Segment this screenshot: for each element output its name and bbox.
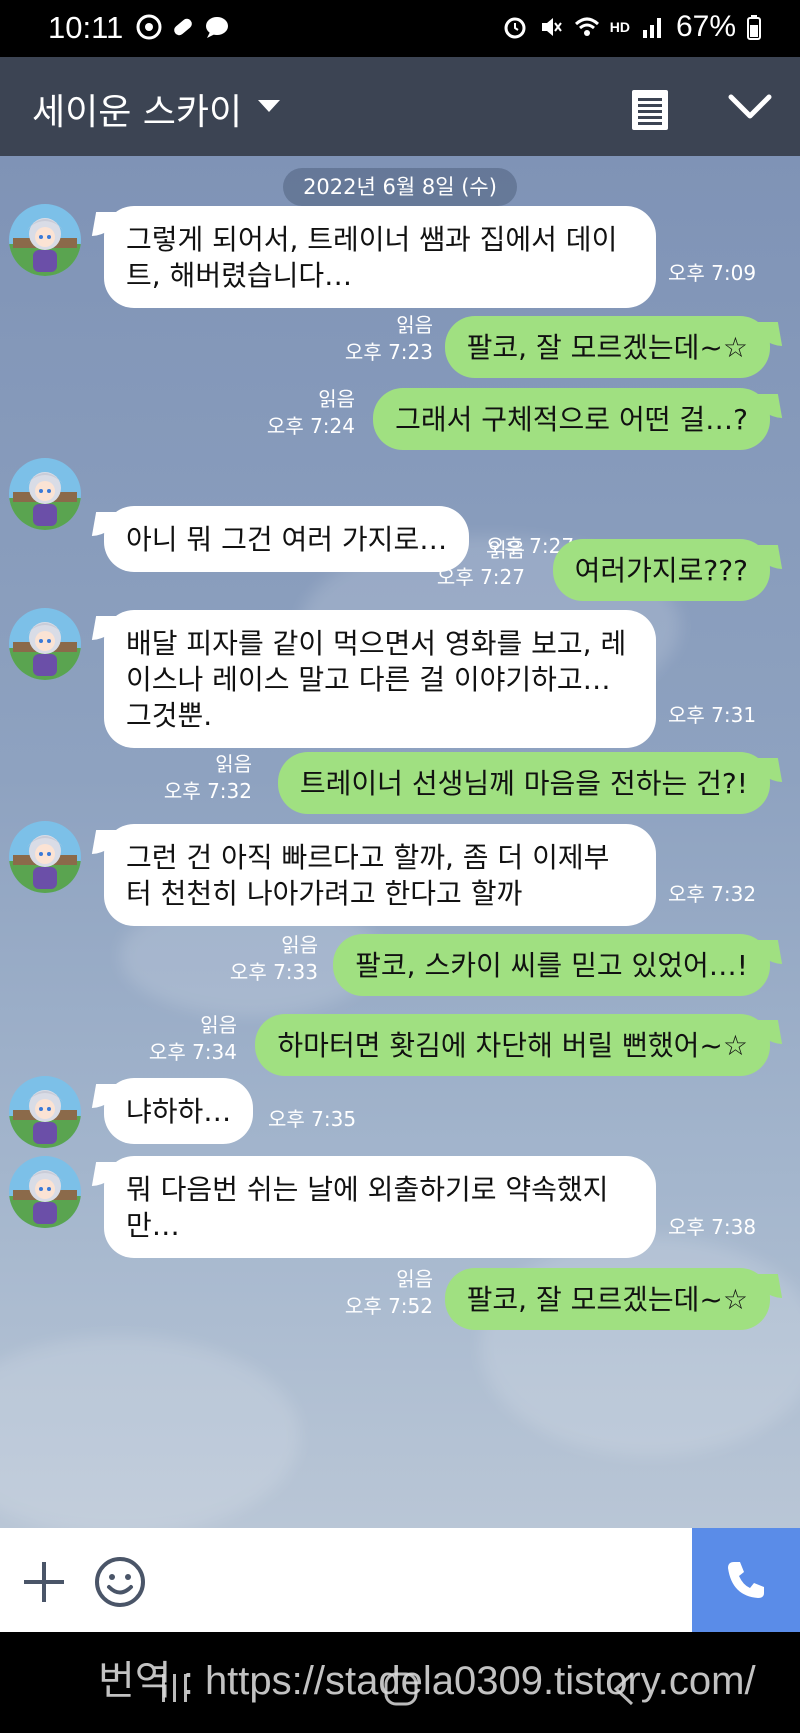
read-receipt: 읽음 [396, 1267, 433, 1291]
emoji-icon[interactable] [94, 1556, 146, 1608]
outgoing-message[interactable]: 하마터면 홧김에 차단해 버릴 뻔했어~☆ [255, 1014, 770, 1076]
outgoing-message[interactable]: 트레이너 선생님께 마음을 전하는 건?! [277, 752, 770, 814]
message-list[interactable]: 2022년 6월 8일 (수) 그렇게 되어서, 트레이너 쌤과 집에서 데이트… [0, 156, 800, 1528]
incoming-message[interactable]: 뭐 다음번 쉬는 날에 외출하기로 약속했지만… [104, 1156, 656, 1258]
call-button[interactable] [692, 1528, 800, 1632]
message-meta: 읽음 오후 7:34 [149, 1012, 237, 1066]
message-time: 오후 7:38 [668, 1215, 757, 1239]
read-receipt: 읽음 [281, 933, 318, 957]
avatar[interactable] [9, 1076, 81, 1148]
outgoing-message[interactable]: 팔코, 잘 모르겠는데~☆ [444, 316, 770, 378]
message-time: 오후 7:32 [163, 779, 252, 803]
system-icons: HD 67% [502, 10, 762, 44]
wifi-icon [574, 17, 599, 36]
avatar[interactable] [9, 204, 81, 276]
status-bar: 10:11 HD 67% [0, 0, 800, 57]
message-time: 오후 7:24 [266, 414, 355, 438]
incoming-message[interactable]: 배달 피자를 같이 먹으면서 영화를 보고, 레이스나 레이스 말고 다른 걸 … [104, 610, 656, 748]
read-receipt: 읽음 [396, 313, 433, 337]
mute-icon [541, 18, 562, 36]
avatar[interactable] [9, 1156, 81, 1228]
read-receipt: 읽음 [215, 752, 252, 776]
chat-bubble-icon [206, 17, 228, 38]
message-meta: 읽음 오후 7:24 [267, 386, 355, 440]
avatar-image [9, 1076, 81, 1148]
avatar[interactable] [9, 458, 81, 530]
chat-room-title[interactable]: 세이운 스카이 [32, 83, 242, 135]
phone-icon [728, 1562, 764, 1598]
read-receipt: 읽음 [318, 387, 355, 411]
message-time: 오후 7:31 [668, 703, 757, 727]
battery-icon [747, 15, 761, 40]
message-time: 오후 7:35 [268, 1107, 357, 1131]
plus-icon[interactable] [22, 1560, 66, 1604]
notification-icons [136, 14, 230, 40]
message-time: 오후 7:34 [148, 1040, 237, 1064]
translation-watermark: 번역 : https://stadela0309.tistory.com/ [98, 1659, 756, 1703]
input-bar [0, 1528, 800, 1632]
message-time: 오후 7:32 [668, 882, 757, 906]
read-receipt: 읽음 [200, 1013, 237, 1037]
message-meta: 읽음 오후 7:27 [437, 537, 525, 591]
message-time: 오후 7:33 [229, 960, 318, 984]
avatar-image [9, 204, 81, 276]
battery-percent: 67% [675, 10, 736, 43]
message-time: 오후 7:52 [344, 1294, 433, 1318]
chat-header: 세이운 스카이 [0, 57, 800, 156]
notes-icon[interactable] [632, 90, 668, 130]
avatar-image [9, 821, 81, 893]
pill-icon [174, 18, 192, 36]
incoming-message[interactable]: 냐하하… [104, 1078, 254, 1144]
read-receipt: 읽음 [488, 538, 525, 562]
outgoing-message[interactable]: 그래서 구체적으로 어떤 걸…? [373, 388, 770, 450]
avatar-image [9, 1156, 81, 1228]
message-meta: 읽음 오후 7:33 [230, 932, 318, 986]
incoming-message[interactable]: 아니 뭐 그건 여러 가지로… [104, 506, 470, 572]
incoming-message[interactable]: 그런 건 아직 빠르다고 할까, 좀 더 이제부터 천천히 나아가려고 한다고 … [104, 824, 656, 926]
aperture-icon [136, 14, 162, 40]
outgoing-message[interactable]: 팔코, 스카이 씨를 믿고 있었어…! [333, 934, 770, 996]
outgoing-message[interactable]: 팔코, 잘 모르겠는데~☆ [444, 1268, 770, 1330]
hd-voice-label: HD [609, 19, 630, 35]
alarm-icon [504, 17, 526, 39]
message-time: 오후 7:27 [436, 565, 525, 589]
signal-icon [642, 18, 661, 38]
message-meta: 읽음 오후 7:52 [345, 1266, 433, 1320]
status-time: 10:11 [48, 10, 124, 45]
date-divider: 2022년 6월 8일 (수) [283, 168, 517, 206]
avatar-image [9, 608, 81, 680]
message-time: 오후 7:23 [344, 340, 433, 364]
message-meta: 읽음 오후 7:23 [345, 312, 433, 366]
message-time: 오후 7:09 [668, 261, 757, 285]
incoming-message[interactable]: 그렇게 되어서, 트레이너 쌤과 집에서 데이트, 해버렸습니다… [104, 206, 656, 308]
caret-down-icon[interactable] [258, 100, 280, 114]
outgoing-message[interactable]: 여러가지로??? [552, 539, 770, 601]
avatar-image [9, 458, 81, 530]
avatar[interactable] [9, 608, 81, 680]
chevron-down-icon[interactable] [728, 93, 772, 121]
avatar[interactable] [9, 821, 81, 893]
message-meta: 읽음 오후 7:32 [164, 751, 252, 805]
